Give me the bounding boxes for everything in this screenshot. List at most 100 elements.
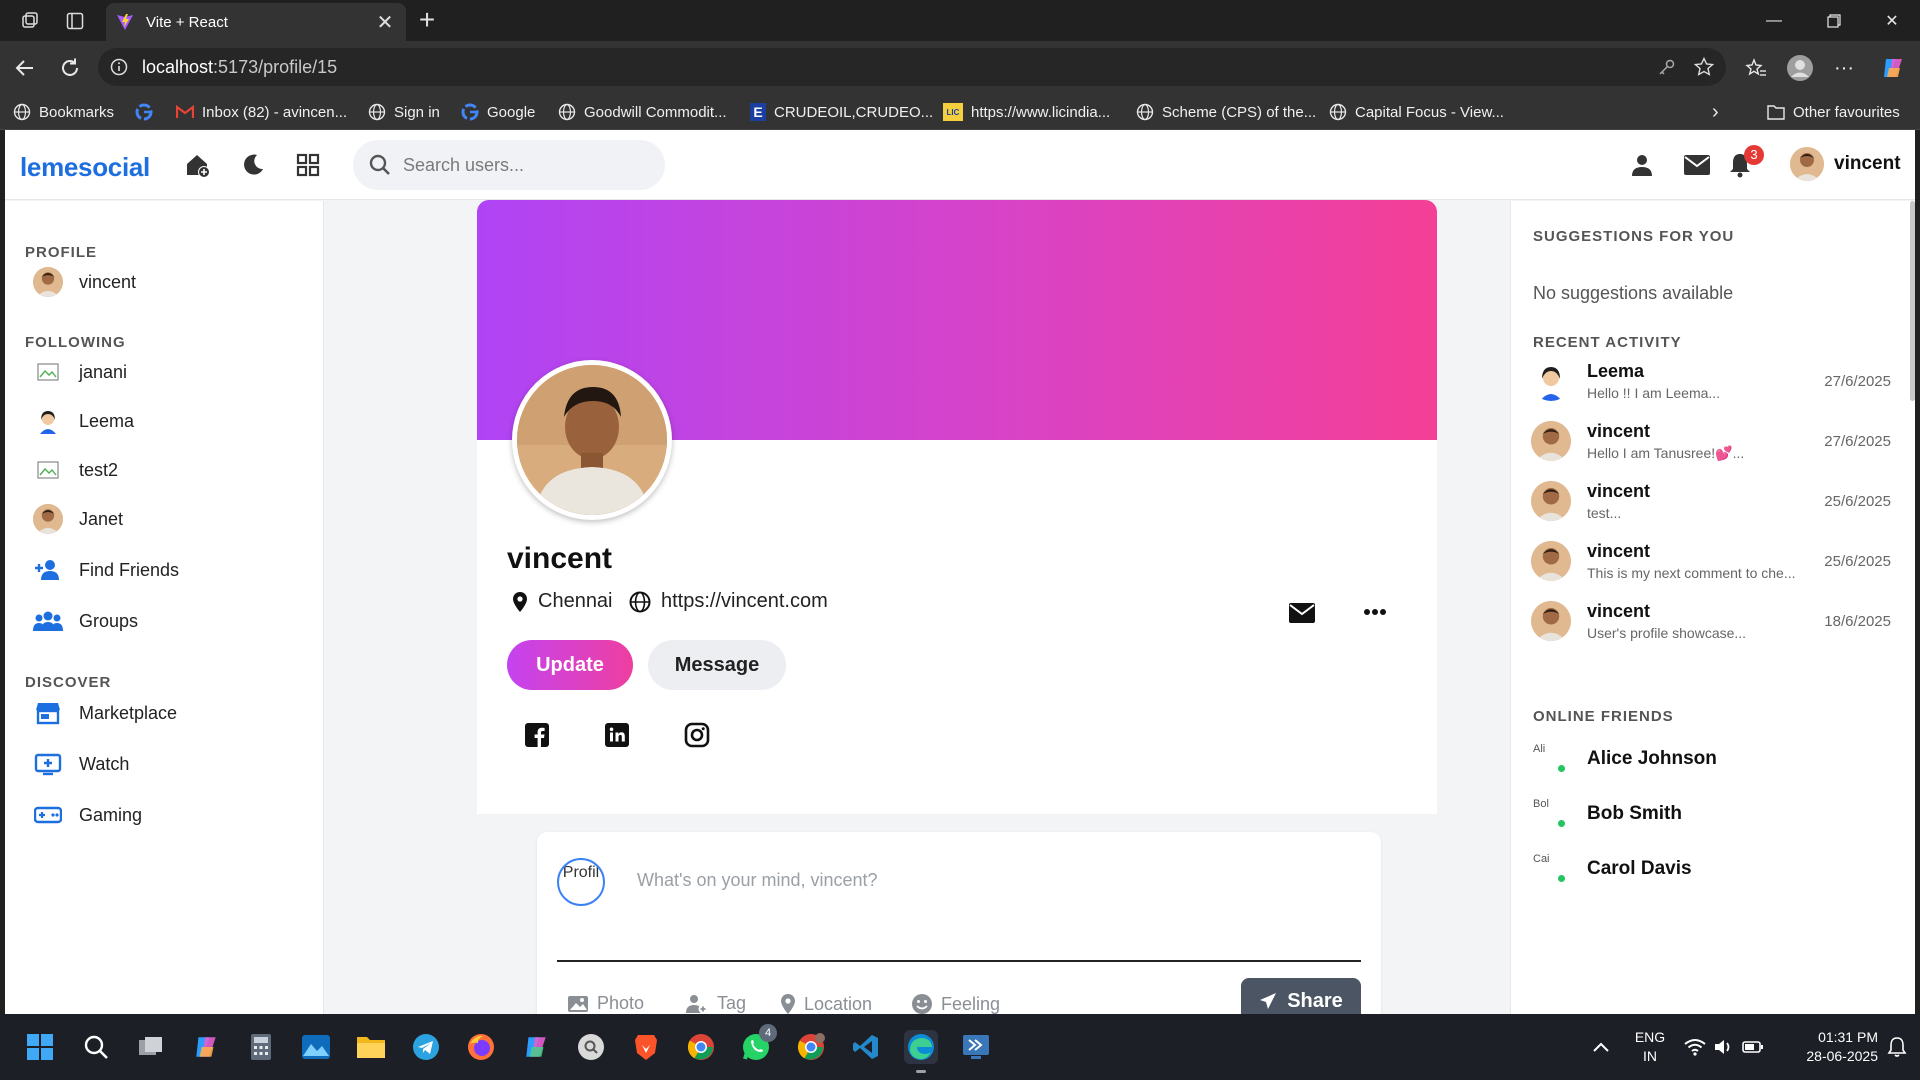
system-tray-status[interactable] bbox=[1684, 1030, 1764, 1064]
search-icon[interactable] bbox=[79, 1030, 113, 1064]
avatar: Ali bbox=[1533, 742, 1567, 776]
chrome-icon[interactable] bbox=[684, 1030, 718, 1064]
facebook-icon[interactable] bbox=[522, 720, 552, 750]
app-logo[interactable]: lemesocial bbox=[20, 152, 150, 183]
message-button[interactable]: Message bbox=[648, 640, 786, 690]
photos-icon[interactable] bbox=[299, 1030, 333, 1064]
tag-button[interactable]: Tag bbox=[685, 993, 746, 1014]
post-composer: Profil What's on your mind, vincent? Pho… bbox=[537, 832, 1381, 1014]
profile-icon[interactable] bbox=[1786, 54, 1814, 82]
back-icon[interactable] bbox=[11, 54, 39, 82]
sidebar-item-groups[interactable]: Groups bbox=[33, 606, 138, 636]
sidebar-item-profile[interactable]: vincent bbox=[33, 267, 136, 297]
favorite-star-icon[interactable] bbox=[1694, 57, 1714, 77]
sidebar-item-find-friends[interactable]: Find Friends bbox=[33, 555, 179, 585]
feeling-button[interactable]: Feeling bbox=[911, 993, 1000, 1014]
post-input[interactable]: What's on your mind, vincent? bbox=[637, 870, 878, 891]
close-window-icon[interactable]: ✕ bbox=[1864, 0, 1920, 41]
activity-item[interactable]: vincent User's profile showcase... 18/6/2… bbox=[1531, 598, 1891, 644]
tab-close-icon[interactable]: ✕ bbox=[374, 10, 396, 35]
store-icon bbox=[33, 698, 63, 728]
online-friend[interactable]: Ali Alice Johnson bbox=[1533, 742, 1717, 776]
copilot-icon[interactable] bbox=[189, 1030, 223, 1064]
bookmark-item[interactable]: Inbox (82) - avincen... bbox=[176, 100, 347, 124]
activity-item[interactable]: Leema Hello !! I am Leema... 27/6/2025 bbox=[1531, 358, 1891, 404]
activity-item[interactable]: vincent Hello I am Tanusree!💕... 27/6/202… bbox=[1531, 418, 1891, 464]
activity-item[interactable]: vincent This is my next comment to che...… bbox=[1531, 538, 1891, 584]
online-friend[interactable]: Cai Carol Davis bbox=[1533, 852, 1692, 886]
user-search[interactable] bbox=[353, 140, 665, 190]
bookmark-item[interactable]: E CRUDEOIL,CRUDEO... bbox=[750, 100, 933, 124]
following-item[interactable]: Leema bbox=[33, 406, 134, 436]
workspaces-icon[interactable] bbox=[17, 8, 43, 34]
more-menu-icon[interactable]: ··· bbox=[1830, 54, 1858, 82]
firefox-icon[interactable] bbox=[464, 1030, 498, 1064]
chrome-profile-icon[interactable] bbox=[794, 1030, 828, 1064]
bookmark-item[interactable]: Sign in bbox=[368, 100, 440, 124]
page-scrollbar[interactable] bbox=[1910, 201, 1915, 401]
telegram-icon[interactable] bbox=[409, 1030, 443, 1064]
calculator-icon[interactable] bbox=[244, 1030, 278, 1064]
windows-start-icon[interactable] bbox=[23, 1030, 57, 1064]
following-item[interactable]: Janet bbox=[33, 504, 123, 534]
task-view-icon[interactable] bbox=[134, 1030, 168, 1064]
lens-app-icon[interactable] bbox=[574, 1030, 608, 1064]
more-options-icon[interactable] bbox=[1363, 608, 1387, 616]
tab-actions-icon[interactable] bbox=[62, 8, 88, 34]
activity-item[interactable]: vincent test... 25/6/2025 bbox=[1531, 478, 1891, 524]
tray-overflow-icon[interactable] bbox=[1584, 1030, 1618, 1064]
url-field[interactable]: localhost:5173/profile/15 bbox=[98, 48, 1726, 86]
copilot-icon[interactable] bbox=[1879, 54, 1907, 82]
language-indicator[interactable]: ENG IN bbox=[1625, 1028, 1675, 1066]
tab-active[interactable]: Vite + React ✕ bbox=[106, 3, 406, 41]
update-button[interactable]: Update bbox=[507, 640, 633, 690]
avatar bbox=[1790, 147, 1824, 181]
profile-nav-icon[interactable] bbox=[1627, 150, 1657, 180]
share-button[interactable]: Share bbox=[1241, 978, 1361, 1014]
online-friend[interactable]: Bol Bob Smith bbox=[1533, 797, 1682, 831]
file-explorer-icon[interactable] bbox=[354, 1030, 388, 1064]
current-user-menu[interactable]: vincent bbox=[1790, 147, 1901, 181]
bookmark-item[interactable]: Bookmarks bbox=[13, 100, 114, 124]
notification-center-icon[interactable] bbox=[1880, 1030, 1914, 1064]
maximize-icon[interactable] bbox=[1806, 0, 1862, 41]
mail-icon[interactable] bbox=[1682, 150, 1712, 180]
linkedin-icon[interactable] bbox=[602, 720, 632, 750]
photo-button[interactable]: Photo bbox=[567, 993, 644, 1014]
minimize-icon[interactable]: — bbox=[1746, 0, 1802, 41]
bookmark-item[interactable]: Scheme (CPS) of the... bbox=[1136, 100, 1316, 124]
sidebar-item-watch[interactable]: Watch bbox=[33, 749, 129, 779]
vscode-icon[interactable] bbox=[849, 1030, 883, 1064]
site-info-icon[interactable] bbox=[110, 58, 128, 76]
whatsapp-icon[interactable]: 4 bbox=[739, 1024, 777, 1064]
location-button[interactable]: Location bbox=[780, 993, 872, 1014]
profile-avatar[interactable] bbox=[512, 360, 672, 520]
sidebar-item-marketplace[interactable]: Marketplace bbox=[33, 698, 177, 728]
remote-desktop-icon[interactable] bbox=[959, 1030, 993, 1064]
reload-icon[interactable] bbox=[56, 54, 84, 82]
instagram-icon[interactable] bbox=[682, 720, 712, 750]
favorites-icon[interactable] bbox=[1742, 54, 1770, 82]
profile-website[interactable]: https://vincent.com bbox=[629, 590, 828, 613]
bookmark-item[interactable]: Capital Focus - View... bbox=[1329, 100, 1504, 124]
brave-icon[interactable] bbox=[629, 1030, 663, 1064]
microsoft-365-icon[interactable] bbox=[519, 1030, 553, 1064]
message-envelope-icon[interactable] bbox=[1289, 603, 1315, 623]
apps-grid-icon[interactable] bbox=[293, 150, 323, 180]
search-input[interactable] bbox=[403, 154, 643, 176]
bookmark-item[interactable]: Goodwill Commodit... bbox=[558, 100, 727, 124]
dark-mode-icon[interactable] bbox=[238, 150, 268, 180]
bookmarks-overflow-icon[interactable]: › bbox=[1712, 100, 1719, 124]
sidebar-item-gaming[interactable]: Gaming bbox=[33, 800, 142, 830]
bookmark-item[interactable]: Google bbox=[461, 100, 535, 124]
bookmark-item[interactable] bbox=[135, 100, 161, 124]
edge-icon[interactable] bbox=[904, 1030, 938, 1073]
key-icon[interactable] bbox=[1658, 58, 1676, 76]
clock[interactable]: 01:31 PM 28-06-2025 bbox=[1782, 1028, 1878, 1066]
home-icon[interactable] bbox=[182, 150, 212, 180]
new-tab-button[interactable]: + bbox=[414, 6, 440, 34]
bookmark-item[interactable]: LIC https://www.licindia... bbox=[943, 100, 1110, 124]
following-item[interactable]: test2 bbox=[33, 455, 118, 485]
following-item[interactable]: janani bbox=[33, 357, 127, 387]
other-favourites[interactable]: Other favourites bbox=[1767, 100, 1900, 124]
